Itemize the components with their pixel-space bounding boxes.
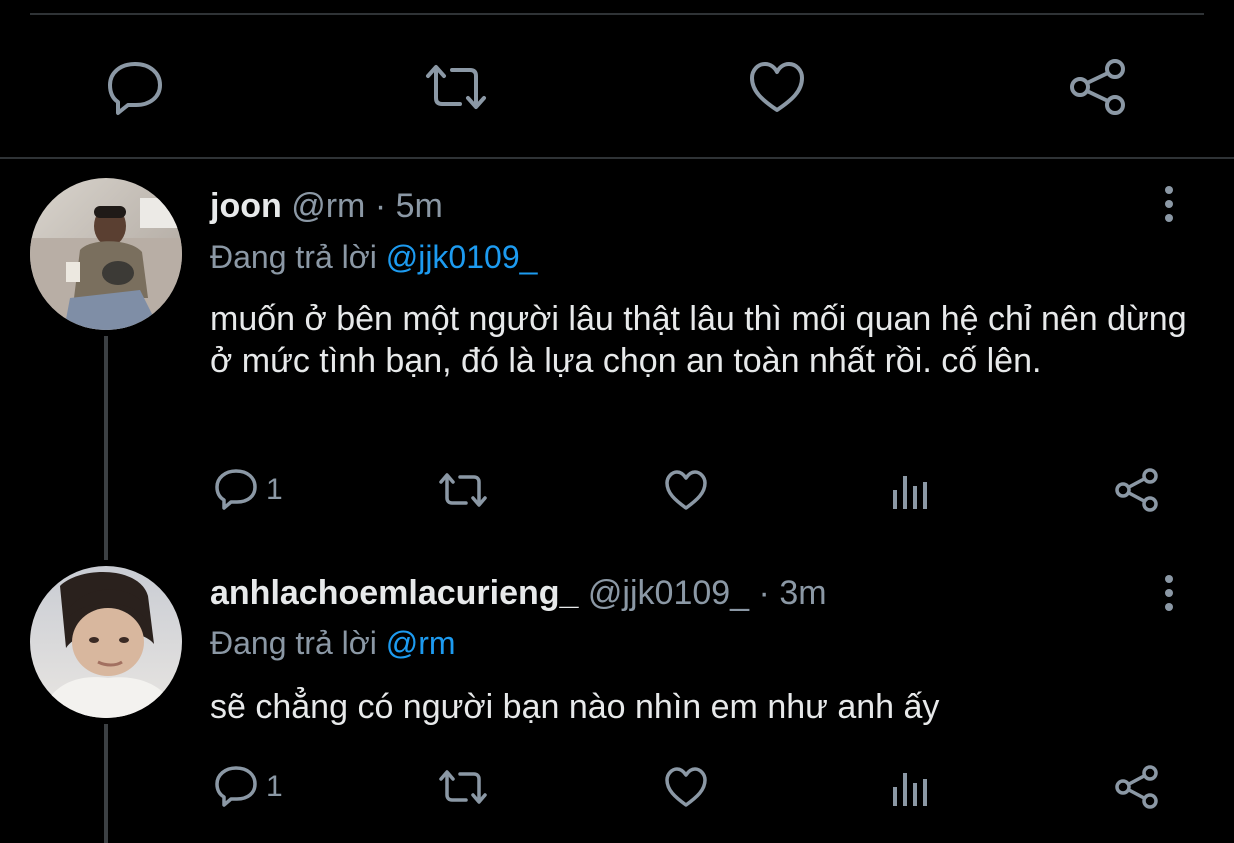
action-bar-divider	[0, 157, 1234, 159]
share-icon[interactable]	[1068, 58, 1128, 116]
separator: ·	[758, 574, 770, 612]
retweet-icon[interactable]	[438, 768, 488, 806]
replying-to-mention[interactable]: @rm	[386, 625, 456, 661]
replying-to-label: Đang trả lời	[210, 625, 377, 661]
reply-count: 1	[266, 473, 283, 506]
thread-line	[104, 336, 108, 560]
avatar-joon[interactable]	[30, 178, 182, 330]
replying-to: Đang trả lời @jjk0109_	[210, 237, 537, 277]
like-icon[interactable]	[748, 60, 806, 114]
more-options-button[interactable]	[1165, 186, 1175, 228]
like-icon[interactable]	[664, 766, 708, 808]
retweet-icon[interactable]	[438, 471, 488, 509]
timestamp[interactable]: 3m	[779, 574, 826, 612]
handle[interactable]: @jjk0109_	[588, 574, 749, 612]
replying-to-label: Đang trả lời	[210, 239, 377, 275]
reply-icon[interactable]	[106, 60, 164, 116]
display-name[interactable]: joon	[210, 187, 282, 225]
share-icon[interactable]	[1114, 765, 1160, 809]
display-name[interactable]: anhlachoemlacurieng_	[210, 574, 578, 612]
retweet-icon[interactable]	[424, 62, 488, 112]
top-divider	[30, 13, 1204, 15]
avatar-anhlachoemlacurieng[interactable]	[30, 566, 182, 718]
reply-icon[interactable]	[214, 468, 258, 512]
reply-icon[interactable]	[214, 765, 258, 809]
thread-line	[104, 724, 108, 843]
analytics-icon[interactable]	[892, 769, 930, 807]
more-options-button[interactable]	[1165, 575, 1175, 617]
tweet-header: anhlachoemlacurieng_ @jjk0109_ · 3m	[210, 573, 827, 613]
tweet-text: sẽ chẳng có người bạn nào nhìn em như an…	[210, 688, 940, 726]
reply-count: 1	[266, 770, 283, 803]
timestamp[interactable]: 5m	[396, 187, 443, 225]
separator: ·	[374, 187, 387, 225]
replying-to-mention[interactable]: @jjk0109_	[386, 239, 538, 275]
handle[interactable]: @rm	[291, 187, 365, 225]
share-icon[interactable]	[1114, 468, 1160, 512]
tweet-header: joon @rm · 5m	[210, 186, 443, 226]
replying-to: Đang trả lời @rm	[210, 623, 456, 663]
tweet-text: muốn ở bên một người lâu thật lâu thì mố…	[210, 300, 1187, 380]
like-icon[interactable]	[664, 469, 708, 511]
analytics-icon[interactable]	[892, 472, 930, 510]
